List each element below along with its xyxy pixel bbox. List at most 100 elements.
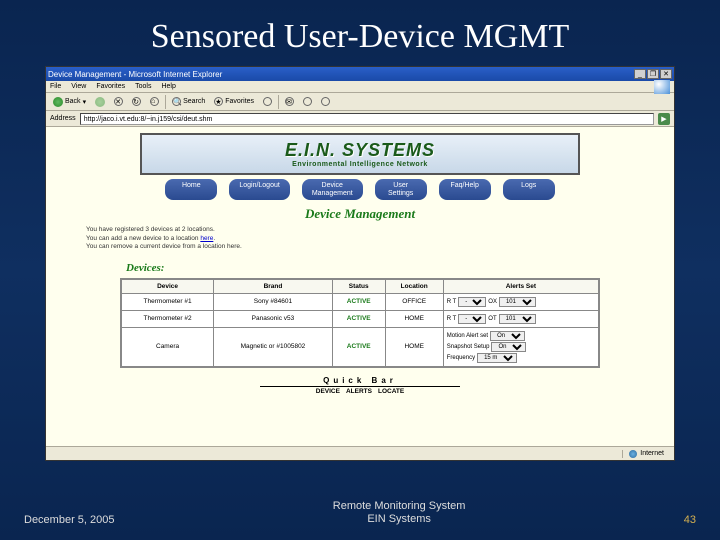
- windows-logo-icon: [654, 80, 670, 94]
- search-icon: 🔍: [172, 97, 181, 106]
- nav-faq[interactable]: Faq/Help: [439, 179, 491, 200]
- slide-title: Sensored User-Device MGMT: [0, 0, 720, 66]
- toolbar: Back ▾ ✕ ↻ ⌂ 🔍Search ★Favorites ✉: [46, 93, 674, 111]
- back-icon: [53, 97, 63, 107]
- print-button[interactable]: [300, 96, 315, 107]
- alert-low-select[interactable]: -: [458, 314, 486, 324]
- go-button[interactable]: ▶: [658, 113, 670, 125]
- th-alerts: Alerts Set: [443, 279, 599, 294]
- search-button[interactable]: 🔍Search: [169, 96, 208, 107]
- frequency-select[interactable]: 15 m: [477, 353, 517, 363]
- cell-status: ACTIVE: [332, 310, 385, 327]
- quickbar-title: Quick Bar: [46, 376, 674, 385]
- quickbar-link-device[interactable]: DEVICE: [316, 388, 340, 395]
- quickbar: Quick Bar DEVICE ALERTS LOCATE: [46, 376, 674, 395]
- star-icon: ★: [214, 97, 223, 106]
- motion-select[interactable]: On: [490, 331, 525, 341]
- alert-high-select[interactable]: 101: [499, 314, 536, 324]
- quickbar-link-alerts[interactable]: ALERTS: [346, 388, 372, 395]
- th-device: Device: [121, 279, 214, 294]
- nav-home[interactable]: Home: [165, 179, 217, 200]
- home-icon: ⌂: [150, 97, 159, 106]
- alert-low-select[interactable]: -: [458, 297, 486, 307]
- slide-footer: December 5, 2005 Remote Monitoring Syste…: [0, 500, 720, 526]
- th-brand: Brand: [214, 279, 333, 294]
- cell-brand: Panasonic v53: [214, 310, 333, 327]
- menu-favorites[interactable]: Favorites: [96, 83, 125, 90]
- maximize-button[interactable]: ❐: [647, 69, 659, 79]
- table-header-row: Device Brand Status Location Alerts Set: [121, 279, 599, 294]
- minimize-button[interactable]: _: [634, 69, 646, 79]
- refresh-icon: ↻: [132, 97, 141, 106]
- table-row: Thermometer #1 Sony #84601 ACTIVE OFFICE…: [121, 293, 599, 310]
- alert-high-select[interactable]: 101: [499, 297, 536, 307]
- edit-icon: [321, 97, 330, 106]
- table-row: Camera Magnetic or #1005802 ACTIVE HOME …: [121, 327, 599, 367]
- footer-center: Remote Monitoring System EIN Systems: [115, 500, 684, 526]
- globe-icon: [629, 450, 637, 458]
- window-title-text: Device Management - Microsoft Internet E…: [48, 70, 222, 79]
- print-icon: [303, 97, 312, 106]
- quickbar-link-locate[interactable]: LOCATE: [378, 388, 404, 395]
- menu-tools[interactable]: Tools: [135, 83, 151, 90]
- stop-button[interactable]: ✕: [111, 96, 126, 107]
- media-icon: [263, 97, 272, 106]
- page-heading: Device Management: [46, 206, 674, 222]
- status-bar: Internet: [46, 446, 674, 460]
- table-row: Thermometer #2 Panasonic v53 ACTIVE HOME…: [121, 310, 599, 327]
- nav-login[interactable]: Login/Logout: [229, 179, 289, 200]
- menu-view[interactable]: View: [71, 83, 86, 90]
- cell-location: OFFICE: [385, 293, 443, 310]
- cell-alerts: R T - OX 101: [443, 293, 599, 310]
- nav-device-mgmt[interactable]: Device Management: [302, 179, 363, 200]
- cell-status: ACTIVE: [332, 293, 385, 310]
- media-button[interactable]: [260, 96, 275, 107]
- cell-alerts: R T - OT 101: [443, 310, 599, 327]
- intro-line2: You can add a new device to a location h…: [86, 235, 634, 243]
- stop-icon: ✕: [114, 97, 123, 106]
- add-device-link[interactable]: here: [200, 235, 213, 242]
- devices-table: Device Brand Status Location Alerts Set …: [120, 278, 600, 368]
- close-button[interactable]: ✕: [660, 69, 672, 79]
- cell-device: Camera: [121, 327, 214, 367]
- mail-icon: ✉: [285, 97, 294, 106]
- menu-help[interactable]: Help: [161, 83, 175, 90]
- address-input[interactable]: http://jaco.i.vt.edu:8/~in.j159/csi/deut…: [80, 113, 654, 125]
- home-button[interactable]: ⌂: [147, 96, 162, 107]
- address-bar: Address http://jaco.i.vt.edu:8/~in.j159/…: [46, 111, 674, 127]
- window-titlebar: Device Management - Microsoft Internet E…: [46, 67, 674, 81]
- footer-date: December 5, 2005: [24, 514, 115, 526]
- nav-user-settings[interactable]: User Settings: [375, 179, 427, 200]
- site-banner: E.I.N. SYSTEMS Environmental Intelligenc…: [140, 133, 580, 175]
- menu-file[interactable]: File: [50, 83, 61, 90]
- snapshot-select[interactable]: On: [491, 342, 526, 352]
- browser-window: Device Management - Microsoft Internet E…: [45, 66, 675, 461]
- intro-text: You have registered 3 devices at 2 locat…: [86, 226, 634, 251]
- cell-device: Thermometer #2: [121, 310, 214, 327]
- back-button[interactable]: Back ▾: [50, 96, 89, 108]
- mail-button[interactable]: ✉: [282, 96, 297, 107]
- status-zone: Internet: [622, 450, 670, 458]
- banner-subtitle: Environmental Intelligence Network: [292, 161, 428, 168]
- th-status: Status: [332, 279, 385, 294]
- forward-icon: [95, 97, 105, 107]
- favorites-button[interactable]: ★Favorites: [211, 96, 257, 107]
- edit-button[interactable]: [318, 96, 333, 107]
- intro-line3: You can remove a current device from a l…: [86, 243, 634, 251]
- refresh-button[interactable]: ↻: [129, 96, 144, 107]
- banner-title: E.I.N. SYSTEMS: [285, 140, 435, 161]
- nav-logs[interactable]: Logs: [503, 179, 555, 200]
- menubar: File View Favorites Tools Help: [46, 81, 674, 93]
- slide-number: 43: [684, 514, 696, 526]
- cell-status: ACTIVE: [332, 327, 385, 367]
- cell-alerts: Motion Alert set On Snapshot Setup On Fr…: [443, 327, 599, 367]
- site-nav: Home Login/Logout Device Management User…: [46, 179, 674, 200]
- page-viewport: E.I.N. SYSTEMS Environmental Intelligenc…: [46, 127, 674, 447]
- cell-device: Thermometer #1: [121, 293, 214, 310]
- devices-heading: Devices:: [126, 262, 674, 274]
- intro-line1: You have registered 3 devices at 2 locat…: [86, 226, 634, 234]
- forward-button[interactable]: [92, 96, 108, 108]
- th-location: Location: [385, 279, 443, 294]
- cell-location: HOME: [385, 310, 443, 327]
- cell-brand: Magnetic or #1005802: [214, 327, 333, 367]
